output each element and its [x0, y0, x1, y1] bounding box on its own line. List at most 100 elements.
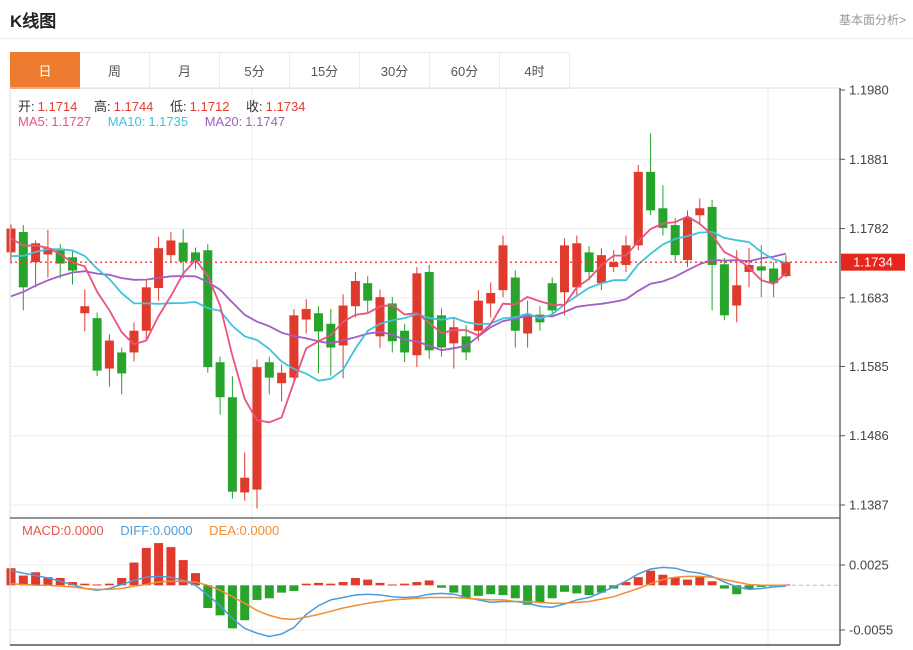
- ma20-value: 1.1747: [245, 114, 285, 129]
- current-price-badge-text: 1.1734: [853, 255, 893, 270]
- close-label: 收:: [246, 99, 263, 114]
- macd-axis-label: -0.0055: [849, 622, 893, 637]
- macd-value: 0.0000: [64, 523, 104, 538]
- ma5-label: MA5:: [18, 114, 48, 129]
- candle[interactable]: [314, 313, 323, 331]
- candle[interactable]: [351, 281, 360, 306]
- candle[interactable]: [240, 478, 249, 493]
- candle[interactable]: [732, 285, 741, 305]
- candle[interactable]: [154, 248, 163, 288]
- ma-info: MA5:1.1727 MA10:1.1735 MA20:1.1747: [18, 114, 285, 129]
- ma5-value: 1.1727: [51, 114, 91, 129]
- y-axis-label: 1.1782: [849, 221, 889, 236]
- candle[interactable]: [400, 331, 409, 353]
- macd-bar: [572, 585, 581, 593]
- macd-bar: [585, 585, 594, 595]
- open-value: 1.1714: [38, 99, 78, 114]
- macd-bar: [376, 583, 385, 585]
- macd-label: MACD:: [22, 523, 64, 538]
- macd-bar: [462, 585, 471, 597]
- candle[interactable]: [757, 266, 766, 270]
- candle[interactable]: [216, 362, 225, 397]
- diff-label: DIFF:: [120, 523, 153, 538]
- macd-bar: [695, 577, 704, 585]
- candle[interactable]: [166, 240, 175, 255]
- macd-bar: [351, 578, 360, 585]
- macd-bar: [203, 585, 212, 608]
- candle[interactable]: [695, 208, 704, 215]
- candle[interactable]: [265, 362, 274, 377]
- ma10-label: MA10:: [108, 114, 146, 129]
- candle[interactable]: [474, 301, 483, 331]
- candle[interactable]: [634, 172, 643, 245]
- candle[interactable]: [179, 243, 188, 262]
- candle[interactable]: [720, 264, 729, 315]
- high-value: 1.1744: [114, 99, 154, 114]
- candle[interactable]: [683, 217, 692, 260]
- candle[interactable]: [93, 318, 102, 370]
- candle[interactable]: [228, 397, 237, 491]
- candle[interactable]: [302, 309, 311, 319]
- candle[interactable]: [486, 293, 495, 303]
- dea-value: 0.0000: [240, 523, 280, 538]
- candle[interactable]: [548, 283, 557, 310]
- macd-bar: [302, 584, 311, 586]
- y-axis-label: 1.1585: [849, 359, 889, 374]
- macd-bar: [142, 548, 151, 585]
- candle[interactable]: [253, 367, 262, 489]
- macd-bar: [80, 584, 89, 586]
- macd-bar: [560, 585, 569, 592]
- candle[interactable]: [376, 297, 385, 336]
- candle[interactable]: [572, 243, 581, 287]
- macd-bar: [400, 584, 409, 586]
- candle[interactable]: [646, 172, 655, 210]
- candle[interactable]: [277, 373, 286, 383]
- macd-bar: [93, 584, 102, 585]
- open-label: 开:: [18, 99, 35, 114]
- macd-bar: [339, 582, 348, 585]
- ma10-line: [11, 232, 786, 381]
- macd-bar: [511, 585, 520, 598]
- macd-bar: [634, 577, 643, 585]
- candle[interactable]: [117, 352, 126, 373]
- macd-bar: [437, 585, 446, 587]
- macd-bar: [277, 585, 286, 592]
- macd-bar: [486, 585, 495, 594]
- macd-bar: [326, 584, 335, 586]
- candle[interactable]: [363, 283, 372, 300]
- candle[interactable]: [560, 245, 569, 292]
- candle[interactable]: [19, 232, 28, 287]
- candle[interactable]: [523, 315, 532, 333]
- macd-bar: [425, 580, 434, 585]
- low-label: 低:: [170, 99, 187, 114]
- ma10-value: 1.1735: [148, 114, 188, 129]
- ma20-line: [11, 254, 786, 351]
- ohlc-info: 开:1.1714 高:1.1744 低:1.1712 收:1.1734: [18, 96, 305, 115]
- macd-bar: [105, 584, 114, 586]
- candle[interactable]: [142, 287, 151, 330]
- candle[interactable]: [609, 262, 618, 267]
- macd-axis-label: 0.0025: [849, 557, 889, 572]
- macd-bar: [412, 582, 421, 585]
- y-axis-label: 1.1683: [849, 290, 889, 305]
- diff-value: 0.0000: [153, 523, 193, 538]
- macd-bar: [535, 585, 544, 602]
- macd-bar: [253, 585, 262, 600]
- candle[interactable]: [105, 341, 114, 369]
- macd-bar: [363, 580, 372, 586]
- kline-widget: K线图 基本面分析> 日周月5分15分30分60分4时 1.17341.1980…: [0, 0, 913, 650]
- candle[interactable]: [80, 306, 89, 313]
- macd-bar: [265, 585, 274, 598]
- macd-bar: [499, 585, 508, 595]
- macd-bar: [720, 585, 729, 588]
- y-axis-label: 1.1387: [849, 498, 889, 513]
- y-axis-label: 1.1486: [849, 428, 889, 443]
- candle[interactable]: [425, 272, 434, 350]
- macd-bar: [388, 584, 397, 585]
- candle[interactable]: [499, 245, 508, 290]
- macd-bar: [708, 581, 717, 585]
- macd-bar: [314, 583, 323, 585]
- macd-bar: [154, 543, 163, 585]
- high-label: 高:: [94, 99, 111, 114]
- macd-bar: [474, 585, 483, 596]
